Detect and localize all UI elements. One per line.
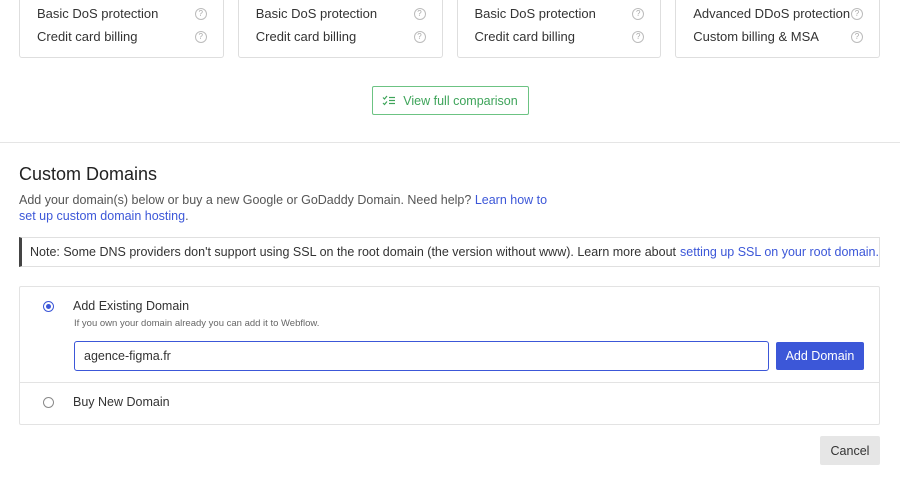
help-icon[interactable]: ?	[632, 7, 645, 20]
comparison-label: View full comparison	[403, 93, 518, 108]
help-icon[interactable]: ?	[413, 7, 426, 20]
feature-row: Credit card billing ?	[475, 25, 645, 48]
feature-row: Basic DoS protection ?	[256, 2, 426, 25]
feature-label: Credit card billing	[474, 29, 575, 44]
new-domain-radio[interactable]	[43, 397, 54, 408]
ssl-root-domain-link[interactable]: setting up SSL on your root domain.	[680, 245, 879, 259]
plan-card: Basic DoS protection ? Credit card billi…	[237, 0, 443, 58]
section-title: Custom Domains	[19, 164, 158, 184]
existing-domain-label[interactable]: Add Existing Domain	[73, 299, 189, 313]
help-icon[interactable]: ?	[851, 30, 863, 43]
help-icon[interactable]: ?	[632, 30, 645, 43]
feature-label: Basic DoS protection	[474, 6, 596, 21]
feature-row: Basic DoS protection ?	[475, 2, 645, 25]
plan-cards: Basic DoS protection ? Credit card billi…	[19, 0, 880, 58]
intro-body: Add your domain(s) below or buy a new Go…	[19, 193, 472, 207]
cancel-button[interactable]: Cancel	[820, 436, 880, 465]
help-icon[interactable]: ?	[413, 30, 426, 43]
view-full-comparison-button[interactable]: View full comparison	[371, 86, 529, 115]
intro-text: Add your domain(s) below or buy a new Go…	[19, 192, 559, 224]
domain-input[interactable]	[74, 341, 769, 371]
comparison-wrap: View full comparison	[0, 86, 900, 115]
ssl-note: Note: Some DNS providers don't support u…	[19, 237, 880, 267]
feature-row: Basic DoS protection ?	[37, 2, 207, 25]
feature-label: Custom billing & MSA	[693, 29, 819, 44]
intro-end: .	[185, 209, 189, 223]
domain-options: Add Existing Domain If you own your doma…	[19, 286, 880, 425]
checklist-icon	[382, 95, 396, 106]
plan-card: Advanced DDoS protection ? Custom billin…	[675, 0, 880, 58]
existing-domain-radio[interactable]	[43, 301, 54, 312]
option-existing-domain: Add Existing Domain If you own your doma…	[20, 287, 879, 383]
feature-label: Credit card billing	[255, 29, 357, 44]
feature-row: Credit card billing ?	[256, 25, 426, 48]
feature-label: Advanced DDoS protection	[693, 6, 851, 21]
feature-row: Advanced DDoS protection ?	[693, 2, 863, 25]
section-divider	[0, 142, 900, 143]
help-icon[interactable]: ?	[194, 7, 207, 20]
feature-row: Custom billing & MSA ?	[693, 25, 863, 48]
feature-label: Credit card billing	[37, 29, 138, 44]
existing-domain-sub: If you own your domain already you can a…	[74, 318, 320, 329]
new-domain-label[interactable]: Buy New Domain	[73, 395, 170, 409]
note-text: Note: Some DNS providers don't support u…	[30, 245, 677, 259]
feature-label: Basic DoS protection	[255, 6, 378, 21]
feature-label: Basic DoS protection	[37, 6, 159, 21]
help-icon[interactable]: ?	[194, 30, 207, 43]
plan-card: Basic DoS protection ? Credit card billi…	[19, 0, 224, 58]
plan-card: Basic DoS protection ? Credit card billi…	[456, 0, 662, 58]
help-icon[interactable]: ?	[851, 7, 863, 20]
add-domain-button[interactable]: Add Domain	[776, 342, 864, 370]
feature-row: Credit card billing ?	[37, 25, 207, 48]
